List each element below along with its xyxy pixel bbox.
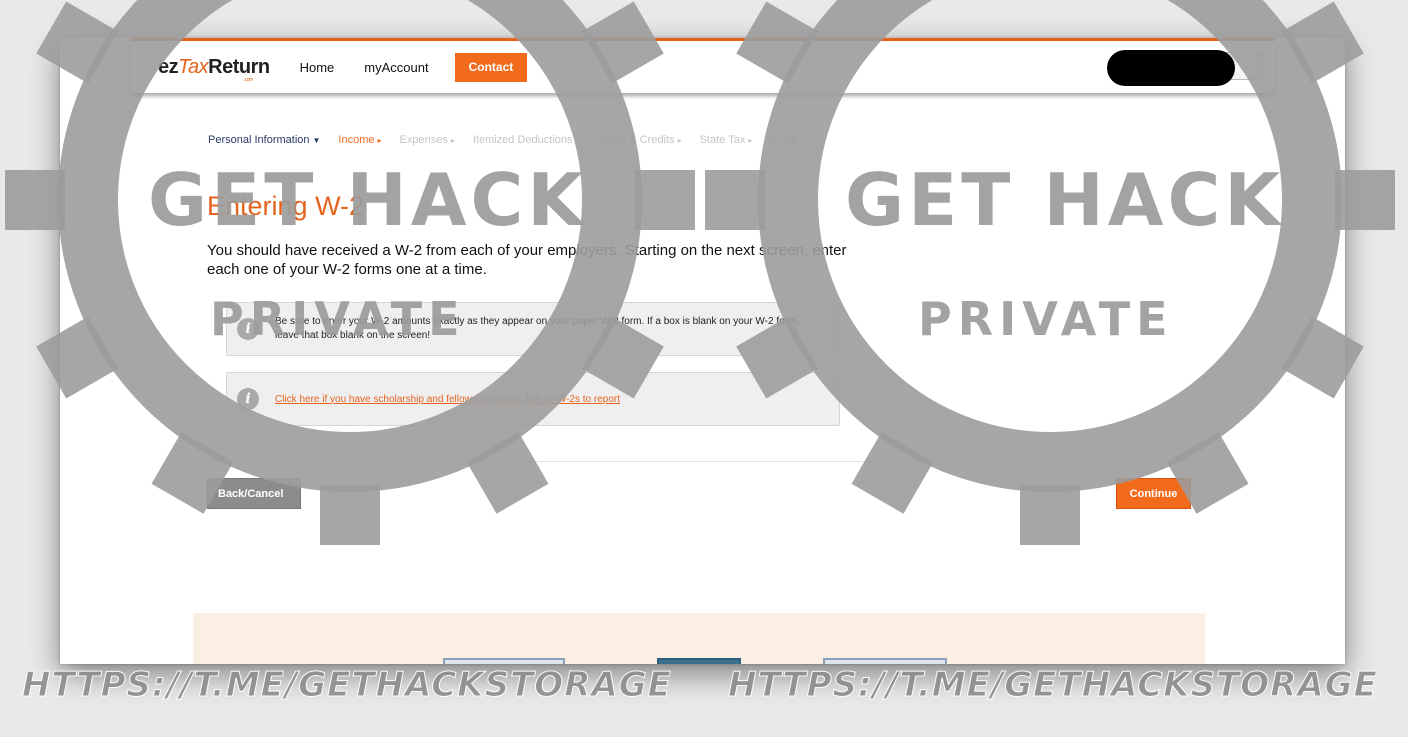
ez-tax-return-logo[interactable]: ezTaxReturn .com (158, 55, 270, 83)
caret-right-icon: ▸ (800, 136, 805, 145)
promo-image (657, 658, 741, 664)
caret-right-icon: ▸ (575, 136, 580, 145)
step-expenses[interactable]: Expenses ▸ (400, 134, 455, 146)
progress-steps: Personal Information ▼ Income ▸ Expenses ▸ … (208, 134, 823, 146)
step-e-file[interactable]: e-File ▸ (770, 134, 805, 146)
continue-button[interactable]: Continue (1116, 478, 1191, 509)
logo-sub: .com (244, 76, 253, 83)
nav-home-link[interactable]: Home (300, 60, 335, 75)
step-state-tax[interactable]: State Tax ▸ (700, 134, 753, 146)
caret-right-icon: ▸ (377, 136, 382, 145)
logo-suffix: Return (208, 55, 270, 78)
step-income[interactable]: Income ▸ (338, 134, 381, 146)
step-label: Itemized Deductions (472, 134, 573, 146)
caret-right-icon: ▸ (450, 136, 455, 145)
caret-right-icon: ▸ (677, 136, 682, 145)
promo-banner (193, 613, 1205, 664)
info-icon: i (237, 388, 259, 410)
scholarship-link[interactable]: Click here if you have scholarship and f… (275, 394, 620, 405)
caret-down-icon: ▼ (312, 136, 321, 145)
scholarship-box: i Click here if you have scholarship and… (226, 372, 840, 426)
caret-right-icon: ▸ (748, 136, 753, 145)
browser-window: ezTaxReturn .com Home myAccount Contact … (60, 38, 1345, 664)
step-label: Expenses (399, 134, 448, 146)
contact-button[interactable]: Contact (454, 52, 528, 82)
step-label: e-File (770, 134, 798, 146)
promo-image (443, 658, 565, 664)
info-icon: i (237, 318, 259, 340)
divider (195, 461, 1205, 462)
logo-prefix: ez (158, 55, 179, 78)
step-label: State Tax (699, 134, 746, 146)
w2-instructions-text: Be sure to enter your W-2 amounts exactl… (275, 316, 800, 341)
back-cancel-button[interactable]: Back/Cancel (207, 478, 301, 509)
promo-image (823, 658, 947, 664)
step-label: Taxes & Credits (597, 134, 675, 146)
watermark-url: HTTPS://T.ME/GETHACKSTORAGE (728, 665, 1378, 706)
logo-accent: Tax (178, 55, 209, 78)
redaction-block (1107, 50, 1235, 86)
watermark-url: HTTPS://T.ME/GETHACKSTORAGE (22, 665, 672, 706)
w2-instructions-box: i Be sure to enter your W-2 amounts exac… (226, 302, 840, 356)
nav-myaccount-link[interactable]: myAccount (364, 60, 428, 75)
step-taxes-credits[interactable]: Taxes & Credits ▸ (598, 134, 682, 146)
step-itemized-deductions[interactable]: Itemized Deductions ▸ (473, 134, 580, 146)
page-title: Entering W-2 (207, 191, 365, 221)
step-personal-information[interactable]: Personal Information ▼ (208, 134, 320, 146)
site-header: ezTaxReturn .com Home myAccount Contact … (130, 41, 1275, 93)
intro-text: You should have received a W-2 from each… (207, 242, 847, 278)
step-label: Income (338, 134, 375, 146)
step-label: Personal Information (208, 134, 310, 146)
